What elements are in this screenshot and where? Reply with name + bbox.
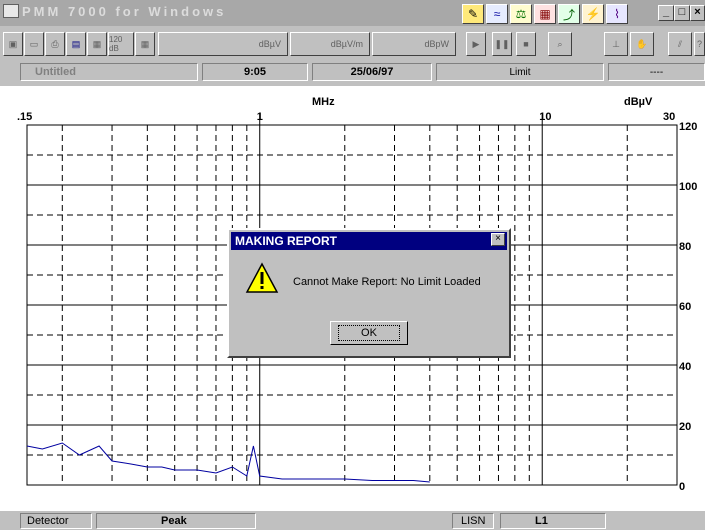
ok-button[interactable]: OK (330, 321, 408, 345)
x-tick-label: 1 (257, 111, 263, 123)
y-tick-label: 120 (679, 121, 697, 133)
spectrum-trace (26, 442, 430, 483)
y-tick-label: 20 (679, 421, 691, 433)
lisn-label: LISN (452, 513, 494, 529)
y-tick-label: 100 (679, 181, 697, 193)
x-tick-label: 30 (663, 111, 675, 123)
warning-icon (245, 262, 279, 293)
ok-label: OK (338, 325, 400, 341)
detector-value[interactable]: Peak (96, 513, 256, 529)
x-tick-label: 10 (539, 111, 551, 123)
y-unit-label: dBµV (624, 96, 653, 108)
y-tick-label: 60 (679, 301, 691, 313)
dialog-close-button[interactable]: × (491, 233, 505, 246)
detector-label: Detector (20, 513, 92, 529)
lisn-value[interactable]: L1 (500, 513, 606, 529)
dialog-message: Cannot Make Report: No Limit Loaded (293, 276, 481, 288)
y-tick-label: 0 (679, 481, 685, 493)
making-report-dialog: MAKING REPORT × Cannot Make Report: No L… (227, 228, 511, 358)
y-tick-label: 80 (679, 241, 691, 253)
x-unit-label: MHz (312, 96, 335, 108)
y-tick-label: 40 (679, 361, 691, 373)
dialog-title: MAKING REPORT (231, 232, 507, 250)
x-tick-label: .15 (17, 111, 32, 123)
